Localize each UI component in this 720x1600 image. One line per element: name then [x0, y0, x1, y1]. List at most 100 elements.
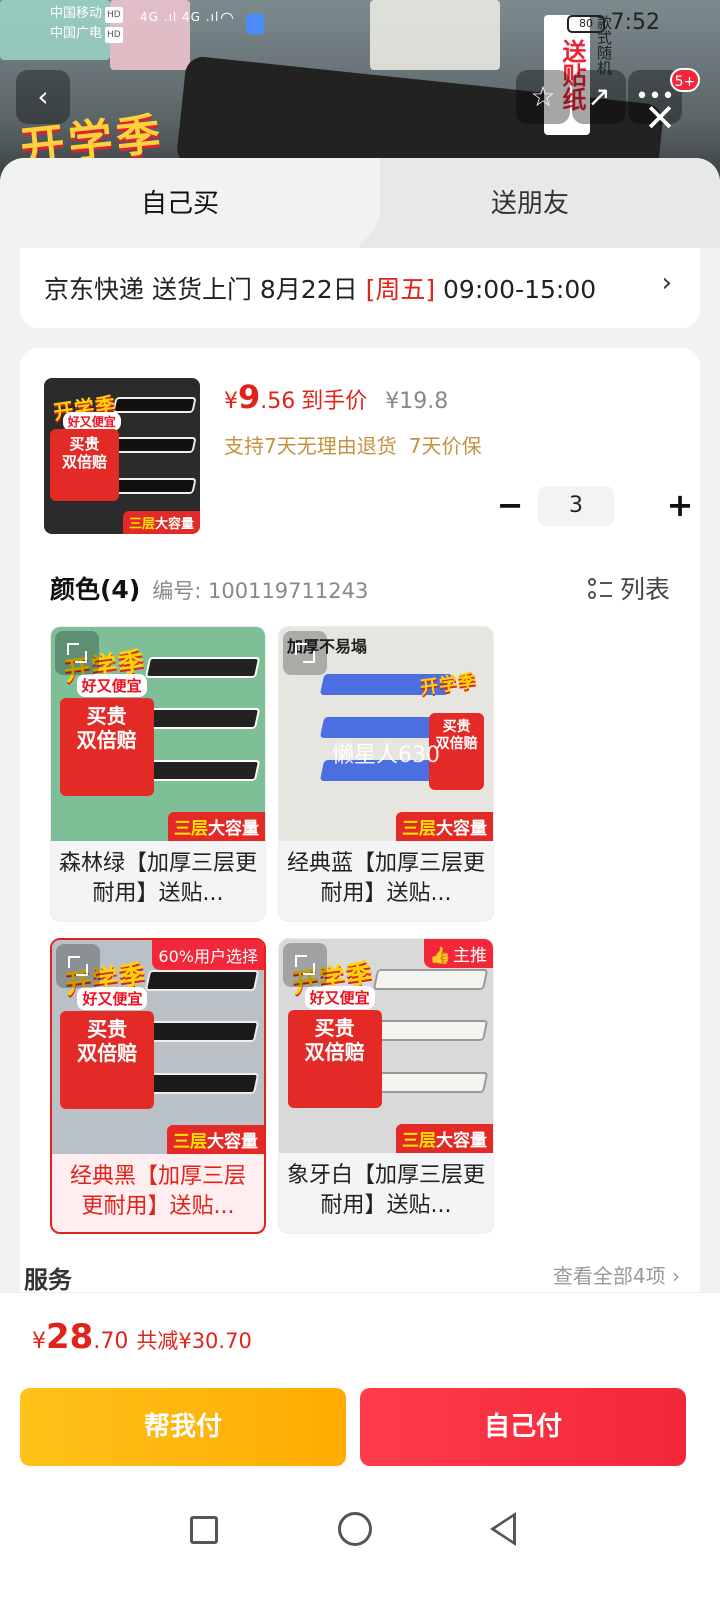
- decrease-quantity-button[interactable]: −: [490, 486, 530, 526]
- system-navigation-bar: [0, 1482, 720, 1600]
- help-me-pay-button[interactable]: 帮我付: [20, 1388, 346, 1466]
- expand-icon[interactable]: [56, 944, 100, 988]
- price-row: ¥9.56 到手价 ¥19.8: [224, 378, 448, 418]
- variant-image: 加厚不易塌 开学季 买贵 双倍赔 三层大容量 懒星人630: [279, 627, 493, 841]
- carrier-1: 中国移动 HD: [50, 6, 123, 23]
- price-decimal: .56: [260, 389, 296, 414]
- app-notification-icon: [246, 14, 264, 34]
- delivery-weekday: [周五]: [365, 275, 436, 304]
- image-guarantee-badge: 买贵 双倍赔: [59, 697, 154, 797]
- tray-graphic: [145, 708, 261, 730]
- image-guarantee-line-1: 买贵: [69, 435, 100, 454]
- payment-actions: 帮我付 自己付: [0, 1382, 720, 1482]
- image-capacity-a: 三层: [402, 1131, 436, 1151]
- image-capacity-badge: 三层大容量: [167, 1125, 264, 1154]
- image-promo-sub: 好又便宜: [62, 412, 121, 432]
- expand-icon[interactable]: [283, 943, 327, 987]
- recommended-tag-label: 主推: [453, 946, 487, 966]
- recommended-tag: 👍 主推: [423, 939, 493, 968]
- color-option-classic-black[interactable]: 开学季 好又便宜 买贵 双倍赔 三层大容量 60%用户选择 经典黑【加厚三层更耐用…: [50, 938, 266, 1234]
- image-guarantee-badge: 买贵 双倍赔: [60, 1010, 154, 1110]
- delivery-time-window: 09:00-15:00: [435, 275, 597, 304]
- image-capacity-badge: 三层大容量: [168, 812, 265, 841]
- guarantee-row: 支持7天无理由退货 7天价保: [224, 430, 481, 459]
- minus-icon: −: [496, 486, 524, 524]
- list-view-toggle[interactable]: 列表: [587, 570, 670, 606]
- delivery-info-row[interactable]: 京东快递 送货上门 8月22日 [周五] 09:00-15:00 ›: [20, 248, 700, 328]
- status-bar: 中国移动 HD 中国广电 HD 4G .ıl 4G .ıl ◠ 80 7:52: [0, 0, 720, 48]
- plus-icon: +: [666, 486, 694, 524]
- favorite-button[interactable]: ☆: [516, 70, 570, 124]
- pay-myself-button[interactable]: 自己付: [360, 1388, 686, 1466]
- list-icon: [587, 578, 612, 600]
- image-guarantee-badge: 买贵 双倍赔: [287, 1009, 382, 1109]
- chevron-left-icon: ‹: [37, 80, 49, 113]
- image-capacity-b: 大容量: [436, 1131, 487, 1151]
- product-code: 编号: 100119711243: [152, 579, 369, 603]
- view-all-services-link[interactable]: 查看全部4项 ›: [553, 1260, 680, 1289]
- variant-name: 象牙白【加厚三层更耐用】送贴...: [287, 1163, 486, 1218]
- carrier-2-label: 中国广电: [50, 26, 103, 41]
- total-decimal: .70: [93, 1329, 129, 1354]
- tray-graphic: [145, 969, 260, 992]
- variant-image: 开学季 好又便宜 买贵 双倍赔 三层大容量 👍 主推: [279, 939, 493, 1153]
- image-capacity-badge: 三层大容量: [396, 1124, 493, 1153]
- price-integer: 9: [238, 378, 261, 416]
- image-capacity-badge: 三层大容量: [122, 511, 200, 534]
- tab-buy-self[interactable]: 自己买: [0, 158, 360, 248]
- recent-apps-icon[interactable]: [190, 1516, 218, 1544]
- purchase-tabs: 送朋友 自己买: [0, 158, 720, 248]
- image-guarantee-line-1: 买贵: [86, 703, 127, 728]
- image-guarantee-line-1: 买贵: [314, 1015, 355, 1040]
- chevron-right-icon: ›: [661, 268, 672, 298]
- return-policy: 支持7天无理由退货: [224, 434, 397, 458]
- image-capacity-a: 三层: [402, 819, 436, 839]
- star-icon: ☆: [530, 80, 556, 113]
- popularity-tag: 60%用户选择: [152, 940, 264, 970]
- back-triangle-icon[interactable]: [490, 1512, 516, 1546]
- order-total-bar: ¥28.70 共减¥30.70: [0, 1292, 720, 1382]
- increase-quantity-button[interactable]: +: [660, 486, 700, 526]
- home-icon[interactable]: [338, 1512, 372, 1546]
- share-button[interactable]: ↗: [572, 70, 626, 124]
- delivery-method: 京东快递 送货上门 8月22日: [44, 275, 366, 304]
- image-capacity-a: 三层: [173, 1132, 207, 1152]
- image-guarantee-line-1: 买贵: [442, 718, 471, 735]
- final-price-label: 到手价: [301, 389, 368, 414]
- signal-icon: 4G .ıl 4G .ıl: [140, 10, 220, 24]
- variant-image: 开学季 好又便宜 买贵 双倍赔 三层大容量 60%用户选择: [52, 940, 264, 1154]
- image-capacity-a: 三层: [174, 819, 208, 839]
- original-price: ¥19.8: [385, 389, 449, 414]
- share-icon: ↗: [587, 80, 611, 113]
- close-button[interactable]: ✕: [640, 98, 680, 138]
- image-guarantee-line-2: 双倍赔: [76, 727, 137, 752]
- clock: 7:52: [610, 10, 660, 35]
- image-guarantee-badge: 买贵 双倍赔: [50, 429, 119, 502]
- color-option-classic-blue[interactable]: 加厚不易塌 开学季 买贵 双倍赔 三层大容量 懒星人630 经典蓝【加厚三层更耐用…: [278, 626, 494, 922]
- tray-graphic: [112, 437, 197, 453]
- tab-buy-self-label: 自己买: [140, 189, 219, 219]
- expand-icon[interactable]: [55, 631, 99, 675]
- service-section-title: 服务: [24, 1266, 72, 1294]
- carrier-1-label: 中国移动: [50, 6, 103, 21]
- currency-symbol: ¥: [224, 389, 238, 414]
- total-integer: 28: [46, 1317, 94, 1357]
- image-promo-sub: 好又便宜: [77, 987, 148, 1011]
- tray-graphic: [373, 968, 489, 991]
- color-option-forest-green[interactable]: 开学季 好又便宜 买贵 双倍赔 三层大容量 森林绿【加厚三层更耐用】送贴...: [50, 626, 266, 922]
- image-capacity-b: 大容量: [207, 1132, 258, 1152]
- expand-icon[interactable]: [283, 631, 327, 675]
- image-capacity-b: 大容量: [208, 819, 259, 839]
- tray-graphic: [112, 477, 197, 494]
- close-icon: ✕: [644, 96, 676, 140]
- color-option-ivory-white[interactable]: 开学季 好又便宜 买贵 双倍赔 三层大容量 👍 主推 象牙白【加厚三层更耐用】送贴.…: [278, 938, 494, 1234]
- variant-name: 经典蓝【加厚三层更耐用】送贴...: [287, 851, 486, 906]
- total-discount: 共减¥30.70: [136, 1329, 252, 1353]
- product-thumbnail[interactable]: 开学季 好又便宜 买贵 双倍赔 三层大容量: [44, 378, 200, 534]
- price-protection: 7天价保: [408, 434, 482, 458]
- tray-graphic: [145, 656, 261, 679]
- back-button[interactable]: ‹: [16, 70, 70, 124]
- tab-gift-friend[interactable]: 送朋友: [340, 158, 720, 248]
- image-guarantee-line-2: 双倍赔: [77, 1040, 138, 1065]
- quantity-input[interactable]: 3: [538, 486, 614, 526]
